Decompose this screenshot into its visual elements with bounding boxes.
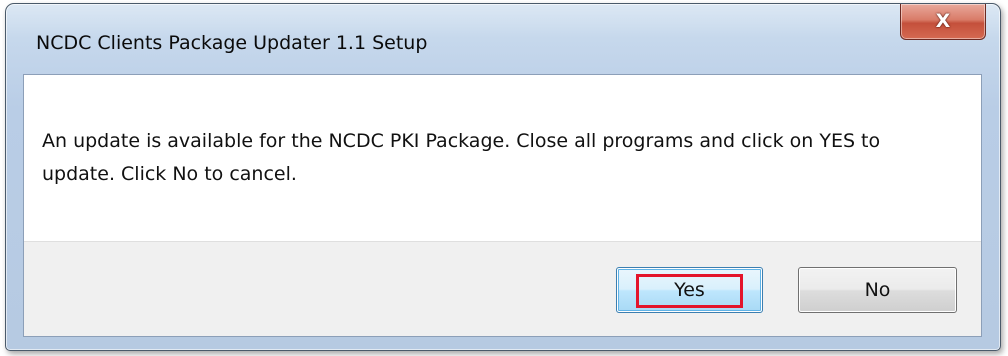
dialog-message: An update is available for the NCDC PKI … bbox=[42, 130, 881, 185]
dialog-window: NCDC Clients Package Updater 1.1 Setup X… bbox=[5, 3, 1001, 351]
close-x-icon: X bbox=[935, 10, 951, 32]
no-button[interactable]: No bbox=[798, 267, 957, 313]
close-button[interactable]: X bbox=[900, 4, 986, 40]
yes-button[interactable]: Yes bbox=[616, 267, 763, 313]
dialog-client-area: An update is available for the NCDC PKI … bbox=[23, 74, 982, 337]
title-bar[interactable]: NCDC Clients Package Updater 1.1 Setup X bbox=[6, 4, 1000, 82]
message-area: An update is available for the NCDC PKI … bbox=[24, 75, 981, 241]
button-bar: Yes No bbox=[24, 241, 981, 336]
window-title: NCDC Clients Package Updater 1.1 Setup bbox=[36, 32, 428, 54]
